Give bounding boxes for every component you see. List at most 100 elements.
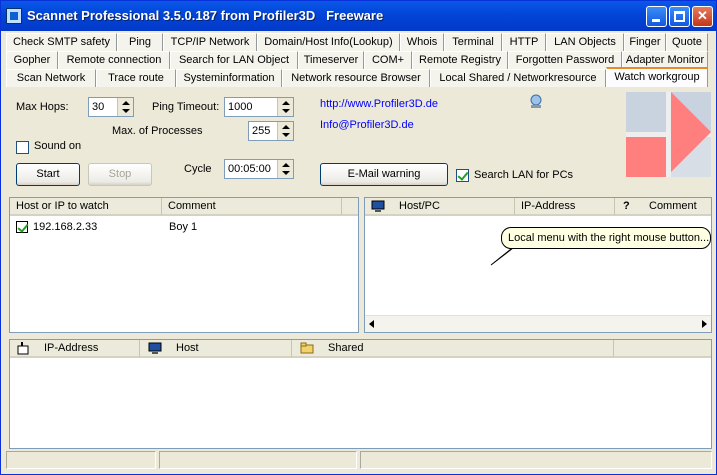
network-adapter-icon <box>17 342 29 355</box>
max-processes-value[interactable]: 255 <box>252 125 270 137</box>
comment-header-label: Comment <box>649 200 697 212</box>
status-panel-2 <box>159 451 357 469</box>
cycle-spinner[interactable]: 00:05:00 <box>224 159 294 179</box>
settings-panel: Max Hops: 30 Ping Timeout: 1000 Max. of … <box>6 89 712 194</box>
tab-gopher[interactable]: Gopher <box>6 51 58 69</box>
column-header-filler <box>342 198 358 216</box>
tab-timeserver[interactable]: Timeserver <box>298 51 364 69</box>
max-hops-value[interactable]: 30 <box>92 101 104 113</box>
tab-network-resource-browser[interactable]: Network resource Browser <box>282 69 430 87</box>
maximize-icon <box>674 11 685 22</box>
column-header-host-pc[interactable]: Host/PC <box>365 198 515 216</box>
ping-timeout-label: Ping Timeout: <box>152 101 220 113</box>
tab-ping[interactable]: Ping <box>117 33 163 51</box>
email-warning-button[interactable]: E-Mail warning <box>320 163 448 186</box>
max-processes-spinner[interactable]: 255 <box>248 121 294 141</box>
column-header-ip-address-shares[interactable]: IP-Address <box>10 340 140 358</box>
host-header-label: Host <box>176 342 199 354</box>
column-header-comment-right[interactable]: ? Comment <box>615 198 711 216</box>
stop-button[interactable]: Stop <box>88 163 152 186</box>
spin-down-icon[interactable] <box>282 171 290 175</box>
spin-up-icon[interactable] <box>122 101 130 105</box>
spin-down-icon[interactable] <box>282 133 290 137</box>
horizontal-scrollbar[interactable] <box>365 315 711 332</box>
column-header-host-ip[interactable]: Host or IP to watch <box>10 198 162 216</box>
scroll-right-icon[interactable] <box>702 320 707 328</box>
tab-terminal[interactable]: Terminal <box>444 33 502 51</box>
tab-quote[interactable]: Quote <box>666 33 708 51</box>
tab-finger[interactable]: Finger <box>624 33 666 51</box>
max-hops-arrows[interactable] <box>117 98 133 116</box>
status-bar <box>6 451 712 471</box>
shared-header-label: Shared <box>328 342 364 354</box>
cycle-value[interactable]: 00:05:00 <box>228 163 271 175</box>
row-host: 192.168.2.33 <box>33 221 98 233</box>
spin-down-icon[interactable] <box>122 109 130 113</box>
tab-check-smtp[interactable]: Check SMTP safety <box>6 33 117 51</box>
tab-domain-host-info[interactable]: Domain/Host Info(Lookup) <box>257 33 400 51</box>
app-window: Scannet Professional 3.5.0.187 from Prof… <box>0 0 717 475</box>
cycle-arrows[interactable] <box>277 160 293 178</box>
ping-timeout-value[interactable]: 1000 <box>228 101 252 113</box>
sound-on-checkbox[interactable] <box>16 141 29 154</box>
row-checkbox[interactable] <box>16 221 28 233</box>
spin-down-icon[interactable] <box>282 109 290 113</box>
max-processes-arrows[interactable] <box>277 122 293 140</box>
tab-http[interactable]: HTTP <box>502 33 546 51</box>
app-icon[interactable] <box>6 8 22 24</box>
spin-up-icon[interactable] <box>282 163 290 167</box>
tab-local-shared[interactable]: Local Shared / Networkresource <box>430 69 606 87</box>
tab-systeminformation[interactable]: Systeminformation <box>176 69 282 87</box>
column-header-shared[interactable]: Shared <box>292 340 614 358</box>
status-panel-1 <box>6 451 156 469</box>
tab-com-plus[interactable]: COM+ <box>364 51 412 69</box>
shared-folder-icon <box>300 342 314 354</box>
tab-strip: Check SMTP safety Ping TCP/IP Network Do… <box>6 33 712 89</box>
cycle-label: Cycle <box>184 163 212 175</box>
tab-search-lan-object[interactable]: Search for LAN Object <box>170 51 298 69</box>
tab-trace-route[interactable]: Trace route <box>96 69 176 87</box>
scroll-left-icon[interactable] <box>369 320 374 328</box>
email-link[interactable]: Info@Profiler3D.de <box>320 119 414 131</box>
tab-lan-objects[interactable]: LAN Objects <box>546 33 624 51</box>
tab-tcpip-network[interactable]: TCP/IP Network <box>163 33 257 51</box>
host-list[interactable]: Host/PC IP-Address ? Comment <box>364 197 712 333</box>
question-icon: ? <box>623 200 630 212</box>
website-link[interactable]: http://www.Profiler3D.de <box>320 98 438 110</box>
close-button[interactable]: ✕ <box>692 6 713 27</box>
maximize-button[interactable] <box>669 6 690 27</box>
ping-timeout-arrows[interactable] <box>277 98 293 116</box>
tab-remote-connection[interactable]: Remote connection <box>58 51 170 69</box>
computer-icon <box>148 342 162 354</box>
row-comment: Boy 1 <box>169 221 198 233</box>
sound-on-label: Sound on <box>34 140 82 152</box>
table-row[interactable]: 192.168.2.33 Boy 1 <box>16 220 356 236</box>
shares-list[interactable]: IP-Address Host Shared <box>9 339 712 449</box>
tab-remote-registry[interactable]: Remote Registry <box>412 51 508 69</box>
close-icon: ✕ <box>697 8 708 23</box>
status-panel-3 <box>360 451 712 469</box>
title-bar[interactable]: Scannet Professional 3.5.0.187 from Prof… <box>1 1 716 31</box>
tab-whois[interactable]: Whois <box>400 33 444 51</box>
column-header-comment[interactable]: Comment <box>162 198 342 216</box>
column-header-filler-shares <box>614 340 711 358</box>
tab-scan-network[interactable]: Scan Network <box>6 69 96 87</box>
tab-watch-workgroup[interactable]: Watch workgroup <box>606 67 708 87</box>
host-pc-header-label: Host/PC <box>399 200 440 212</box>
spin-up-icon[interactable] <box>282 125 290 129</box>
spin-up-icon[interactable] <box>282 101 290 105</box>
minimize-button[interactable] <box>646 6 667 27</box>
start-button[interactable]: Start <box>16 163 80 186</box>
network-globe-icon[interactable] <box>528 93 544 109</box>
search-lan-label: Search LAN for PCs <box>474 169 574 181</box>
ping-timeout-spinner[interactable]: 1000 <box>224 97 294 117</box>
column-header-ip-address[interactable]: IP-Address <box>515 198 615 216</box>
search-lan-checkbox[interactable] <box>456 169 469 182</box>
max-hops-label: Max Hops: <box>16 101 69 113</box>
max-processes-label: Max. of Processes <box>112 125 203 137</box>
column-header-host-shares[interactable]: Host <box>140 340 292 358</box>
window-title: Scannet Professional 3.5.0.187 from Prof… <box>27 8 384 23</box>
tab-forgotten-password[interactable]: Forgotten Password <box>508 51 622 69</box>
watch-list[interactable]: Host or IP to watch Comment 192.168.2.33… <box>9 197 359 333</box>
max-hops-spinner[interactable]: 30 <box>88 97 134 117</box>
